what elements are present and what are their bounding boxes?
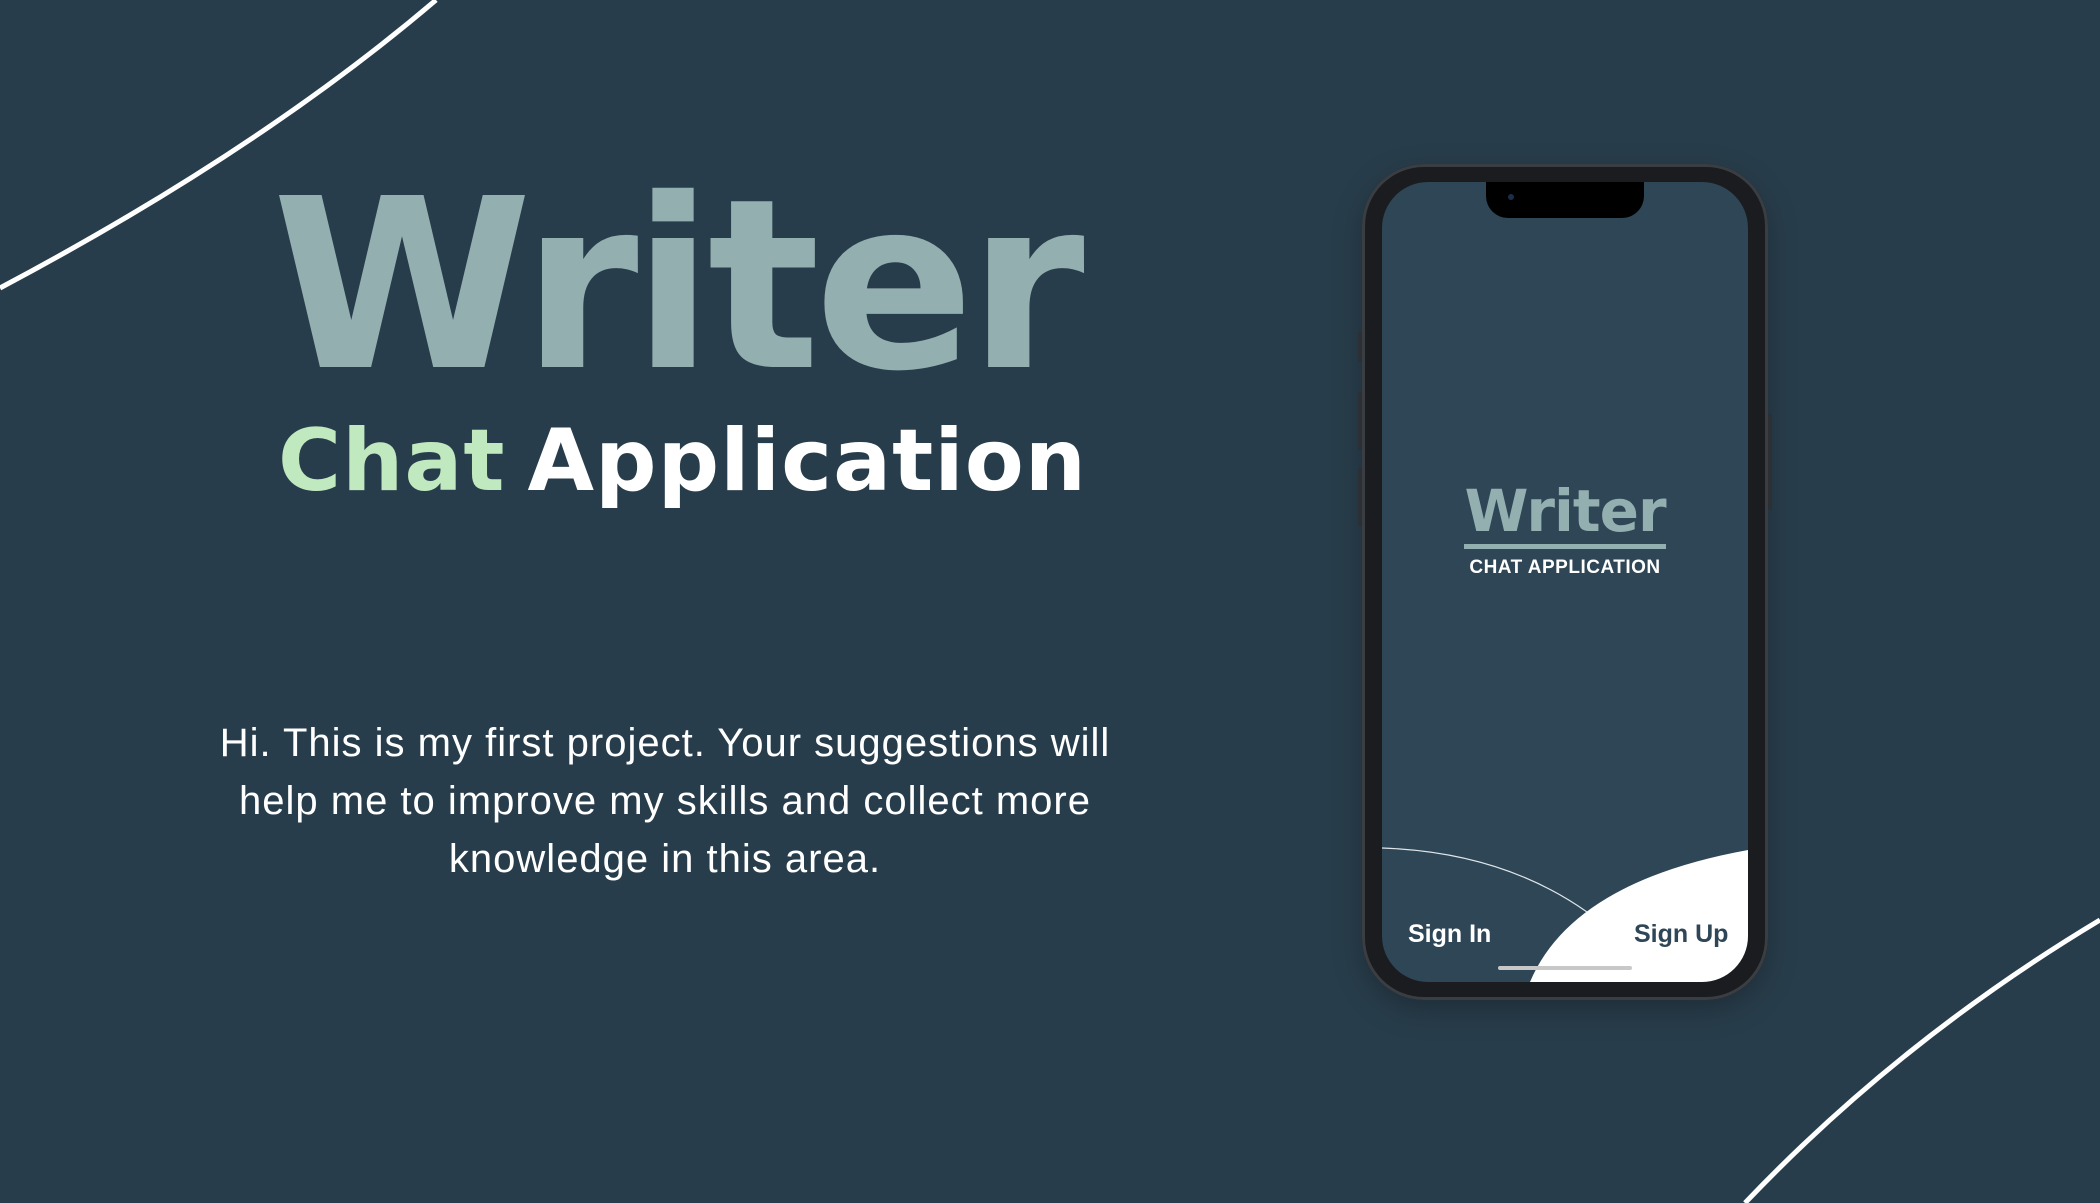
sign-up-wave [1530,850,1748,982]
hero-subtitle-application: Application [527,411,1088,511]
home-indicator[interactable] [1498,966,1632,970]
phone-mockup: Writer CHAT APPLICATION Sign In Sign Up [1358,164,1772,1000]
phone-side-button-volume-down [1358,468,1362,526]
hero-subtitle-chat: Chat [278,411,506,511]
phone-side-button-power [1768,414,1772,510]
project-description: Hi. This is my first project. Your sugge… [219,721,1111,881]
phone-side-button-silent [1358,332,1362,362]
phone-screen: Writer CHAT APPLICATION Sign In Sign Up [1382,182,1748,982]
sign-in-button[interactable]: Sign In [1408,920,1491,949]
hero-title: Writer [272,148,1085,423]
thin-divider-curve [1382,847,1588,913]
phone-side-button-volume-up [1358,392,1362,450]
hero-subtitle: Chat Application [278,418,1087,504]
bottom-right-curve [1743,917,2100,1203]
screen-bottom-shapes [1382,847,1748,982]
sign-up-button[interactable]: Sign Up [1634,920,1728,949]
